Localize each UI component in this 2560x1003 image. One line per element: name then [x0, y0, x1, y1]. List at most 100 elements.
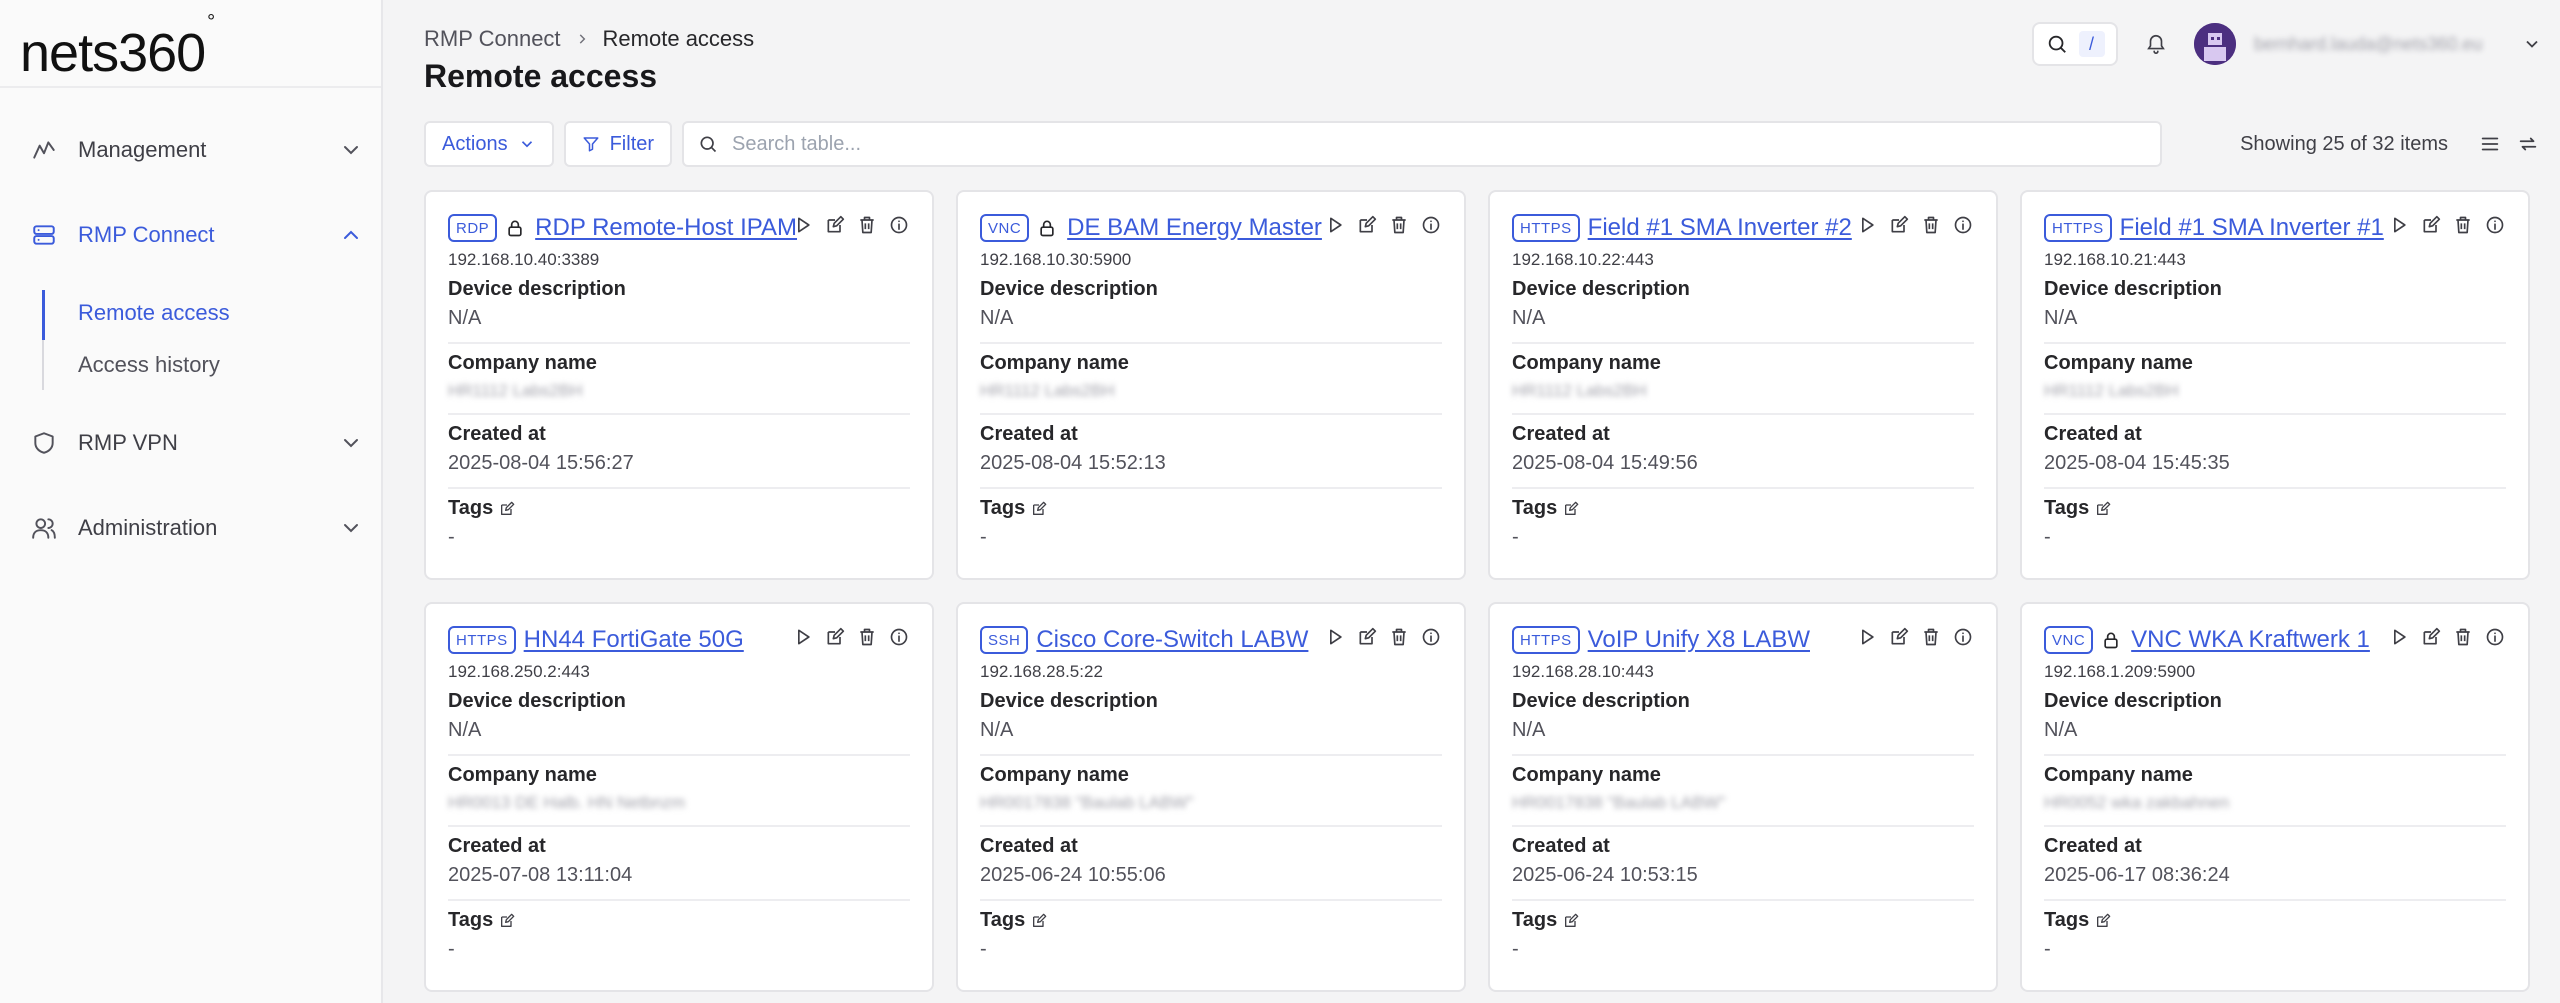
- device-description-value: N/A: [448, 719, 482, 741]
- tags-value: -: [448, 526, 455, 548]
- card-title-link[interactable]: VoIP Unify X8 LABW: [1588, 626, 1810, 654]
- edit-icon[interactable]: [822, 212, 848, 238]
- delete-icon[interactable]: [2450, 212, 2476, 238]
- edit-icon[interactable]: [822, 624, 848, 650]
- company-name-value: HR0017838 "Baulab LABW": [980, 793, 1194, 812]
- actions-dropdown[interactable]: Actions: [424, 121, 554, 167]
- sidebar-subitem-access-history[interactable]: Access history: [78, 352, 220, 378]
- sidebar-item-rmp-vpn[interactable]: RMP VPN: [28, 423, 363, 463]
- device-description-label: Device description: [980, 690, 1158, 712]
- edit-tags-icon[interactable]: [2095, 501, 2111, 517]
- card-title-link[interactable]: DE BAM Energy Master: [1067, 214, 1322, 242]
- edit-tags-icon[interactable]: [2095, 913, 2111, 929]
- company-name-field: Company name HR0013 DE Halb. HN Netbnzm: [448, 756, 910, 827]
- logo[interactable]: nets360°: [20, 11, 215, 83]
- card-address: 192.168.10.21:443: [2044, 250, 2186, 269]
- shortcut-key: /: [2078, 31, 2105, 57]
- device-description-value: N/A: [980, 719, 1014, 741]
- card-address: 192.168.1.209:5900: [2044, 662, 2196, 681]
- sidebar-subitem-remote-access[interactable]: Remote access: [78, 300, 230, 326]
- edit-tags-icon[interactable]: [1563, 501, 1579, 517]
- card-title-link[interactable]: Field #1 SMA Inverter #1: [2120, 214, 2384, 242]
- sidebar-item-label: Management: [78, 137, 207, 162]
- info-icon[interactable]: [1950, 624, 1976, 650]
- card-title-link[interactable]: HN44 FortiGate 50G: [524, 626, 744, 654]
- logo-text: nets360: [20, 23, 206, 83]
- remote-access-card: VNC VNC WKA Kraftwerk 1 192.168.1.209:59…: [2020, 602, 2530, 992]
- info-icon[interactable]: [1950, 212, 1976, 238]
- connect-icon[interactable]: [1854, 212, 1880, 238]
- delete-icon[interactable]: [1386, 212, 1412, 238]
- tags-field: Tags -: [2044, 901, 2506, 973]
- connect-icon[interactable]: [2386, 212, 2412, 238]
- company-name-label: Company name: [2044, 352, 2193, 374]
- sidebar-item-management[interactable]: Management: [28, 130, 363, 170]
- edit-tags-icon[interactable]: [499, 501, 515, 517]
- table-search-input[interactable]: [732, 132, 2147, 156]
- card-actions: [1322, 624, 1444, 650]
- global-search-button[interactable]: /: [2032, 22, 2118, 66]
- connect-icon[interactable]: [1322, 212, 1348, 238]
- delete-icon[interactable]: [1918, 624, 1944, 650]
- info-icon[interactable]: [886, 624, 912, 650]
- remote-access-card: SSH Cisco Core-Switch LABW 192.168.28.5:…: [956, 602, 1466, 992]
- card-title-link[interactable]: Cisco Core-Switch LABW: [1036, 626, 1308, 654]
- info-icon[interactable]: [2482, 624, 2508, 650]
- edit-tags-icon[interactable]: [1031, 913, 1047, 929]
- sidebar: nets360° Management RMP Connect Remote a…: [0, 0, 383, 1003]
- chevron-down-icon: [344, 146, 358, 155]
- refresh-icon[interactable]: [2514, 130, 2542, 158]
- device-description-label: Device description: [2044, 690, 2222, 712]
- device-description-label: Device description: [2044, 278, 2222, 300]
- edit-tags-icon[interactable]: [1563, 913, 1579, 929]
- sidebar-item-administration[interactable]: Administration: [28, 508, 363, 548]
- connect-icon[interactable]: [1854, 624, 1880, 650]
- list-view-icon[interactable]: [2476, 130, 2504, 158]
- info-icon[interactable]: [1418, 212, 1444, 238]
- sidebar-divider: [0, 86, 381, 88]
- connect-icon[interactable]: [2386, 624, 2412, 650]
- delete-icon[interactable]: [1918, 212, 1944, 238]
- edit-icon[interactable]: [1354, 624, 1380, 650]
- delete-icon[interactable]: [854, 624, 880, 650]
- remote-access-grid: RDP RDP Remote-Host IPAM 192.168.10.40:3…: [424, 190, 2536, 992]
- edit-icon[interactable]: [1886, 624, 1912, 650]
- avatar[interactable]: [2194, 23, 2236, 65]
- delete-icon[interactable]: [2450, 624, 2476, 650]
- info-icon[interactable]: [886, 212, 912, 238]
- created-at-label: Created at: [2044, 835, 2142, 857]
- device-description-value: N/A: [2044, 719, 2078, 741]
- company-name-label: Company name: [448, 764, 597, 786]
- delete-icon[interactable]: [1386, 624, 1412, 650]
- card-title-link[interactable]: VNC WKA Kraftwerk 1: [2131, 626, 2370, 654]
- tags-value: -: [980, 938, 987, 960]
- tags-label: Tags: [448, 909, 494, 931]
- filter-icon: [583, 137, 599, 152]
- delete-icon[interactable]: [854, 212, 880, 238]
- info-icon[interactable]: [1418, 624, 1444, 650]
- breadcrumb-parent[interactable]: RMP Connect: [424, 26, 561, 52]
- protocol-badge: HTTPS: [448, 626, 516, 654]
- created-at-field: Created at 2025-06-17 08:36:24: [2044, 827, 2506, 901]
- edit-icon[interactable]: [1886, 212, 1912, 238]
- notifications-button[interactable]: [2136, 24, 2176, 64]
- tags-field: Tags -: [448, 901, 910, 973]
- edit-tags-icon[interactable]: [499, 913, 515, 929]
- edit-icon[interactable]: [2418, 212, 2444, 238]
- connect-icon[interactable]: [790, 212, 816, 238]
- connect-icon[interactable]: [1322, 624, 1348, 650]
- sidebar-item-rmp-connect[interactable]: RMP Connect: [28, 215, 363, 255]
- card-title-link[interactable]: Field #1 SMA Inverter #2: [1588, 214, 1852, 242]
- edit-icon[interactable]: [1354, 212, 1380, 238]
- edit-tags-icon[interactable]: [1031, 501, 1047, 517]
- info-icon[interactable]: [2482, 212, 2508, 238]
- created-at-value: 2025-08-04 15:45:35: [2044, 452, 2230, 474]
- user-email[interactable]: bernhard.lauda@nets360.eu: [2254, 34, 2504, 55]
- tags-label: Tags: [1512, 909, 1558, 931]
- filter-button[interactable]: Filter: [563, 121, 673, 167]
- created-at-field: Created at 2025-08-04 15:45:35: [2044, 415, 2506, 489]
- chevron-down-icon[interactable]: [2522, 34, 2542, 54]
- edit-icon[interactable]: [2418, 624, 2444, 650]
- card-title-link[interactable]: RDP Remote-Host IPAM: [535, 214, 797, 242]
- connect-icon[interactable]: [790, 624, 816, 650]
